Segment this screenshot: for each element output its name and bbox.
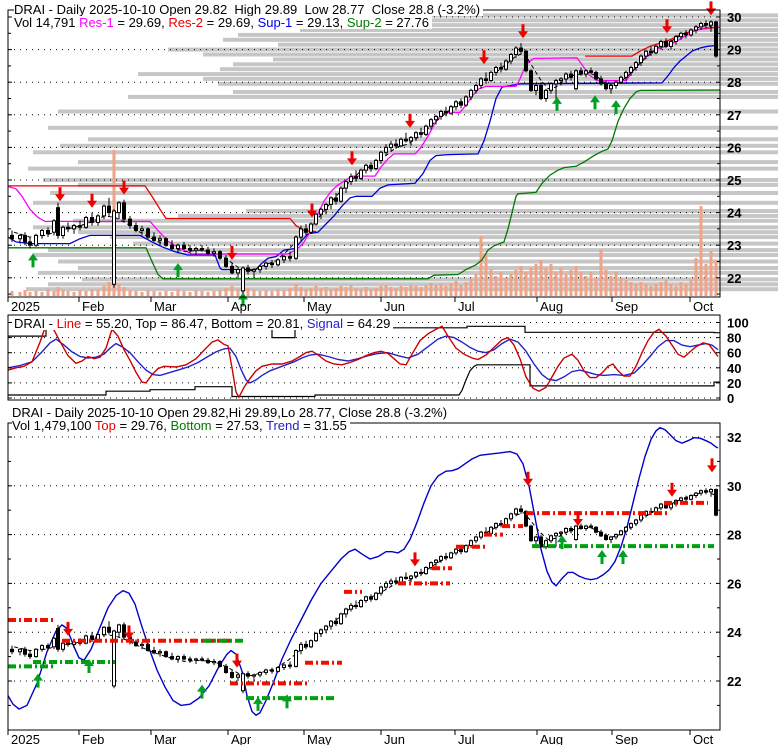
svg-text:29: 29 [727, 43, 741, 58]
header-text-segment: = 29.13, [292, 15, 347, 30]
svg-text:26: 26 [727, 140, 741, 155]
header-text-segment: Bottom [170, 418, 212, 433]
svg-text:Jun: Jun [384, 732, 405, 745]
svg-text:24: 24 [727, 625, 742, 640]
svg-text:Jun: Jun [384, 299, 405, 314]
svg-text:Apr: Apr [231, 299, 252, 314]
svg-text:May: May [307, 299, 332, 314]
svg-text:Aug: Aug [540, 732, 563, 745]
header-text-segment: = 29.69, [203, 15, 258, 30]
header-text-segment: Vol 14,791 [14, 15, 80, 30]
header-text-segment: = 27.76 [381, 15, 429, 30]
panel1-header-line2: Vol 14,791 Res-1 = 29.69, Res-2 = 29.69,… [14, 16, 432, 29]
panel2-header: DRAI - Line = 55.20, Top = 86.47, Bottom… [14, 316, 394, 331]
header-text-segment: Sup-2 [346, 15, 382, 30]
svg-text:Sep: Sep [615, 299, 638, 314]
header-text-segment: Top [94, 418, 116, 433]
header-text-segment: Line [56, 316, 82, 331]
header-text-segment: Trend [265, 418, 300, 433]
svg-text:40: 40 [727, 361, 741, 376]
svg-text:22: 22 [727, 271, 741, 286]
svg-text:2025: 2025 [11, 732, 40, 745]
svg-text:28: 28 [727, 75, 741, 90]
svg-text:0: 0 [727, 391, 734, 406]
header-text-segment: Signal [306, 316, 343, 331]
header-text-segment: = 55.20, Top = 86.47, Bottom = 20.81, [81, 316, 307, 331]
svg-text:100: 100 [727, 316, 749, 331]
svg-text:Sep: Sep [615, 732, 638, 745]
svg-text:30: 30 [727, 10, 741, 25]
svg-text:80: 80 [727, 331, 741, 346]
header-text-segment: DRAI - [14, 316, 57, 331]
header-text-segment: = 64.29 [342, 316, 391, 331]
header-text-segment: Sup-1 [257, 15, 293, 30]
svg-text:25: 25 [727, 173, 741, 188]
svg-text:32: 32 [727, 430, 741, 445]
svg-text:20: 20 [727, 376, 741, 391]
header-text-segment: Vol 1,479,100 [12, 418, 95, 433]
svg-text:Oct: Oct [693, 299, 714, 314]
svg-text:May: May [307, 732, 332, 745]
header-text-segment: Res-2 [168, 15, 204, 30]
svg-text:2025: 2025 [11, 299, 40, 314]
header-text-segment: = 29.76, [115, 418, 171, 433]
svg-text:24: 24 [727, 206, 742, 221]
chart-canvas: 30 29 28 27 26 25 24 23 22 2025 Feb Mar Apr May Jun Jul… [7, 1, 778, 745]
svg-text:26: 26 [727, 576, 741, 591]
svg-text:Mar: Mar [154, 299, 177, 314]
svg-text:Aug: Aug [540, 299, 563, 314]
svg-text:Feb: Feb [82, 732, 104, 745]
header-text-segment: = 31.55 [299, 418, 347, 433]
svg-text:60: 60 [727, 346, 741, 361]
svg-text:Jul: Jul [458, 732, 475, 745]
stock-chart-window: 30 29 28 27 26 25 24 23 22 2025 Feb Mar Apr May Jun Jul… [0, 0, 780, 745]
header-text-segment: = 27.53, [211, 418, 266, 433]
svg-text:30: 30 [727, 479, 741, 494]
svg-text:Feb: Feb [82, 299, 104, 314]
svg-text:27: 27 [727, 108, 741, 123]
header-text-segment: Res-1 [79, 15, 114, 30]
svg-text:Mar: Mar [154, 732, 177, 745]
header-text-segment: = 29.69, [113, 15, 169, 30]
panel3-header-line2: Vol 1,479,100 Top = 29.76, Bottom = 27.5… [12, 419, 350, 432]
svg-text:23: 23 [727, 238, 741, 253]
svg-text:Jul: Jul [458, 299, 475, 314]
svg-text:28: 28 [727, 528, 741, 543]
svg-text:Oct: Oct [693, 732, 714, 745]
svg-text:22: 22 [727, 674, 741, 689]
svg-text:Apr: Apr [231, 732, 252, 745]
